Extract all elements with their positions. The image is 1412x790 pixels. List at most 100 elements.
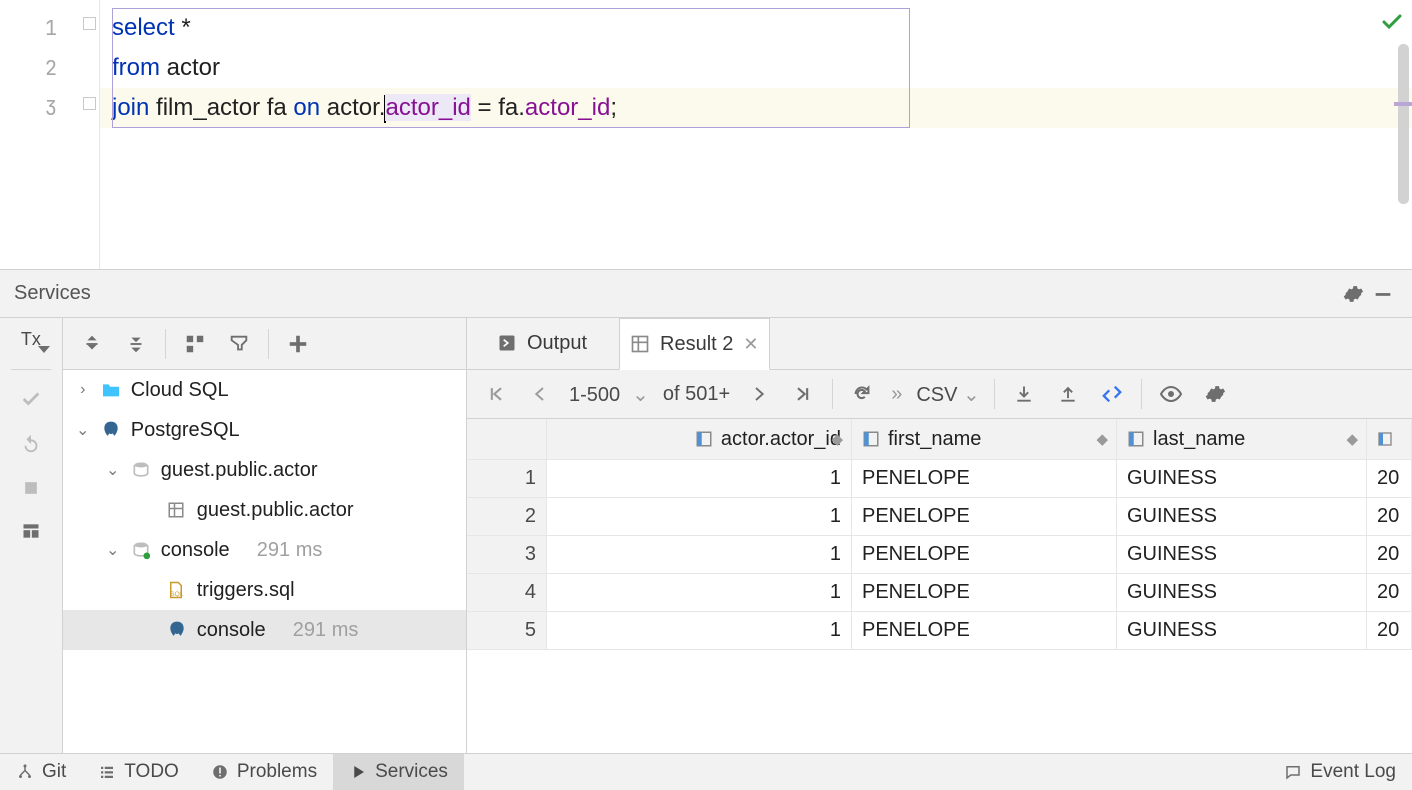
line-number: 2 [0, 48, 99, 88]
panel-title: Services [14, 282, 91, 305]
cell[interactable]: PENELOPE [852, 612, 1117, 649]
editor-gutter: 1 2 3 [0, 0, 100, 269]
collapse-all-icon[interactable] [121, 329, 151, 359]
inspection-ok-icon[interactable] [1380, 10, 1404, 39]
layout-icon[interactable] [21, 521, 41, 546]
table-row[interactable]: 11PENELOPEGUINESS20 [467, 460, 1412, 498]
cell[interactable]: 1 [547, 498, 852, 535]
first-page-icon[interactable] [481, 379, 511, 409]
stop-icon[interactable] [21, 478, 41, 503]
tool-git[interactable]: Git [0, 754, 82, 790]
services-tree[interactable]: › Cloud SQL ⌄ PostgreSQL ⌄ guest.public.… [63, 370, 466, 753]
tree-node-datasource[interactable]: ⌄ guest.public.actor [63, 450, 466, 490]
tree-node-sqlfile[interactable]: SQL triggers.sql [63, 570, 466, 610]
cell[interactable]: 20 [1367, 536, 1412, 573]
status-bar: Git TODO Problems Services Event Log [0, 753, 1412, 790]
next-page-icon[interactable] [744, 379, 774, 409]
export-icon[interactable] [1009, 379, 1039, 409]
cell[interactable]: GUINESS [1117, 536, 1367, 573]
cell[interactable]: 20 [1367, 574, 1412, 611]
keyword: select [112, 14, 175, 41]
settings-icon[interactable] [1200, 379, 1230, 409]
cell[interactable]: GUINESS [1117, 460, 1367, 497]
cell[interactable]: 1 [547, 460, 852, 497]
cell[interactable]: 1 [547, 612, 852, 649]
tx-mode-button[interactable]: Tx [21, 328, 41, 351]
cell[interactable]: PENELOPE [852, 460, 1117, 497]
tree-node-console[interactable]: console 291 ms [63, 610, 466, 650]
tool-eventlog[interactable]: Event Log [1268, 754, 1412, 790]
group-icon[interactable] [180, 329, 210, 359]
cell[interactable]: PENELOPE [852, 574, 1117, 611]
rollback-icon[interactable] [20, 433, 42, 460]
code-text: = fa. [471, 94, 525, 121]
minimize-icon[interactable] [1368, 279, 1398, 309]
tab-result[interactable]: Result 2 ✕ [619, 318, 769, 370]
table-row[interactable]: 41PENELOPEGUINESS20 [467, 574, 1412, 612]
results-panel: Output Result 2 ✕ 1-500 ⌄ of 501+ » CSV … [467, 318, 1412, 753]
sort-icon[interactable]: ◆ [1096, 430, 1108, 448]
row-number: 5 [467, 612, 547, 649]
cell[interactable]: 1 [547, 574, 852, 611]
cell[interactable]: GUINESS [1117, 498, 1367, 535]
tool-todo[interactable]: TODO [82, 754, 195, 790]
commit-icon[interactable] [20, 388, 42, 415]
code-area[interactable]: select * from actor join film_actor fa o… [100, 0, 1412, 269]
code-text: actor. [320, 94, 385, 121]
close-tab-icon[interactable]: ✕ [743, 334, 758, 355]
column-header[interactable]: actor.actor_id [721, 428, 841, 451]
add-icon[interactable] [283, 329, 313, 359]
import-icon[interactable] [1053, 379, 1083, 409]
result-grid[interactable]: actor.actor_id◆ first_name◆ last_name◆ 1… [467, 419, 1412, 753]
code-editor[interactable]: 1 2 3 select * from actor join film_acto… [0, 0, 1412, 270]
table-row[interactable]: 21PENELOPEGUINESS20 [467, 498, 1412, 536]
code-text: * [175, 14, 191, 41]
prev-page-icon[interactable] [525, 379, 555, 409]
vertical-scrollbar[interactable] [1398, 44, 1409, 204]
column-ref: actor_id [385, 94, 470, 121]
column-header[interactable]: last_name [1153, 428, 1245, 451]
page-total: of 501+ [663, 383, 730, 406]
row-number: 1 [467, 460, 547, 497]
cell[interactable]: 20 [1367, 460, 1412, 497]
page-range[interactable]: 1-500 ⌄ [569, 381, 649, 407]
tree-node-cloudsql[interactable]: › Cloud SQL [63, 370, 466, 410]
tool-services[interactable]: Services [333, 754, 464, 790]
services-panel-header: Services [0, 270, 1412, 318]
table-row[interactable]: 31PENELOPEGUINESS20 [467, 536, 1412, 574]
more-icon[interactable]: » [891, 383, 902, 406]
tab-output[interactable]: Output [487, 317, 597, 369]
cell[interactable]: GUINESS [1117, 574, 1367, 611]
cell[interactable]: PENELOPE [852, 498, 1117, 535]
cell[interactable]: GUINESS [1117, 612, 1367, 649]
view-icon[interactable] [1156, 379, 1186, 409]
last-page-icon[interactable] [788, 379, 818, 409]
row-number: 2 [467, 498, 547, 535]
sort-icon[interactable]: ◆ [1346, 430, 1358, 448]
column-header[interactable]: first_name [888, 428, 981, 451]
tool-problems[interactable]: Problems [195, 754, 333, 790]
services-tree-panel: › Cloud SQL ⌄ PostgreSQL ⌄ guest.public.… [63, 318, 467, 753]
cell[interactable]: 1 [547, 536, 852, 573]
results-toolbar: 1-500 ⌄ of 501+ » CSV ⌄ [467, 370, 1412, 419]
compare-icon[interactable] [1097, 379, 1127, 409]
filter-icon[interactable] [224, 329, 254, 359]
keyword: join [112, 94, 149, 121]
table-row[interactable]: 51PENELOPEGUINESS20 [467, 612, 1412, 650]
cell[interactable]: 20 [1367, 498, 1412, 535]
sort-icon[interactable]: ◆ [831, 430, 843, 448]
fold-toggle-icon[interactable] [83, 17, 96, 30]
cell[interactable]: PENELOPE [852, 536, 1117, 573]
reload-icon[interactable] [847, 379, 877, 409]
fold-toggle-icon[interactable] [83, 97, 96, 110]
cell[interactable]: 20 [1367, 612, 1412, 649]
row-number: 3 [467, 536, 547, 573]
tree-node-postgresql[interactable]: ⌄ PostgreSQL [63, 410, 466, 450]
keyword: from [112, 54, 160, 81]
keyword: on [293, 94, 320, 121]
extractor-dropdown[interactable]: CSV ⌄ [916, 382, 979, 407]
expand-all-icon[interactable] [77, 329, 107, 359]
gear-icon[interactable] [1338, 279, 1368, 309]
tree-node-table[interactable]: guest.public.actor [63, 490, 466, 530]
tree-node-console-group[interactable]: ⌄ console 291 ms [63, 530, 466, 570]
